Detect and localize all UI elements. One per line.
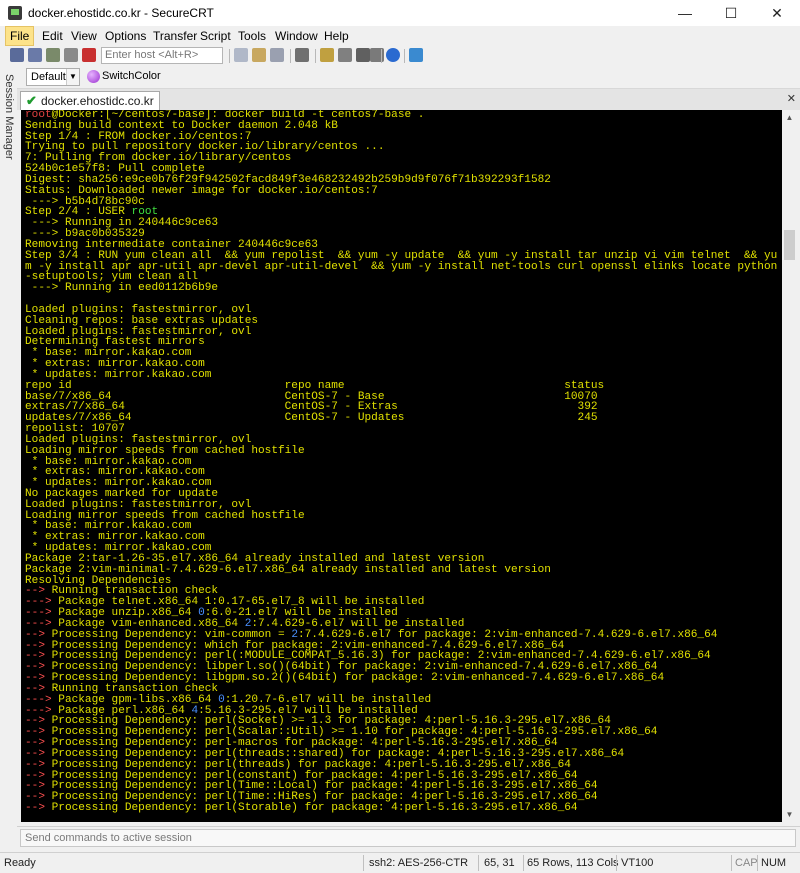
enter-host-input[interactable]: Enter host <Alt+R> (101, 47, 223, 64)
menu-edit[interactable]: Edit (38, 27, 67, 45)
button-bar-select[interactable]: Default ▼ (26, 68, 80, 86)
menu-options[interactable]: Options (101, 27, 150, 45)
terminal-screen[interactable]: root@Docker:[~/centos7-base]: docker bui… (21, 110, 782, 822)
menu-tools[interactable]: Tools (234, 27, 270, 45)
command-window: Send commands to active session (17, 826, 800, 849)
status-caps-lock: CAP (735, 857, 758, 869)
close-tab-icon[interactable]: ✕ (787, 92, 796, 105)
switch-color-button[interactable]: SwitchColor (102, 70, 161, 82)
status-ready: Ready (4, 857, 36, 869)
status-separator (731, 855, 732, 871)
button-bar-selected-value: Default (31, 71, 66, 83)
connect-in-tab-icon[interactable] (46, 48, 60, 62)
toolbar-separator (290, 49, 291, 63)
status-separator (757, 855, 758, 871)
connect-icon[interactable] (10, 48, 24, 62)
terminal-text-segment: Processing Dependency: perl(Storable) fo… (44, 802, 578, 814)
session-options-icon[interactable] (320, 48, 334, 62)
connected-check-icon: ✔ (26, 93, 37, 108)
terminal-line: updates/7/x86_64 CentOS-7 - Updates 245 (25, 412, 598, 425)
scroll-down-icon[interactable]: ▼ (782, 807, 797, 822)
status-cipher: ssh2: AES-256-CTR (369, 857, 469, 869)
session-manager-panel[interactable]: Session Manager (0, 70, 17, 855)
session-manager-label[interactable]: Session Manager (2, 74, 15, 174)
title-bar: docker.ehostidc.co.kr - SecureCRT — ☐ ✕ (0, 0, 800, 26)
scrollbar-thumb[interactable] (784, 230, 795, 260)
menu-script[interactable]: Script (196, 27, 235, 45)
menu-help[interactable]: Help (320, 27, 353, 45)
status-separator (478, 855, 479, 871)
print-icon[interactable] (295, 48, 309, 62)
terminal-line: Package 2:vim-minimal-7.4.629-6.el7.x86_… (25, 563, 551, 576)
help-icon[interactable] (386, 48, 400, 62)
status-separator (616, 855, 617, 871)
paste-icon[interactable] (252, 48, 266, 62)
vertical-scrollbar[interactable]: ▲ ▼ (782, 110, 797, 822)
copy-icon[interactable] (234, 48, 248, 62)
toolbar: Enter host <Alt+R> (0, 46, 800, 66)
screen-icon[interactable] (409, 48, 423, 62)
toolbar-separator (229, 49, 230, 63)
scroll-up-icon[interactable]: ▲ (782, 110, 797, 125)
terminal-output: root@Docker:[~/centos7-base]: docker bui… (25, 110, 777, 814)
session-tab-label: docker.ehostidc.co.kr (41, 94, 154, 108)
terminal-text-segment: --> (25, 802, 45, 814)
toolbar-separator (404, 49, 405, 63)
status-bar: Ready ssh2: AES-256-CTR 65, 31 65 Rows, … (0, 852, 800, 873)
switch-color-icon[interactable] (87, 70, 100, 83)
tab-strip: ✔ docker.ehostidc.co.kr ✕ (17, 89, 800, 110)
menu-transfer[interactable]: Transfer (149, 27, 201, 45)
toolbar-separator (315, 49, 316, 63)
menu-view[interactable]: View (67, 27, 101, 45)
send-commands-input[interactable]: Send commands to active session (20, 829, 796, 847)
menu-bar: File Edit View Options Transfer Script T… (0, 26, 800, 46)
terminal-line: --> Processing Dependency: perl(Storable… (25, 802, 777, 814)
terminal-line: Loading mirror speeds from cached hostfi… (25, 444, 305, 457)
securecrt-app-icon (8, 6, 22, 20)
button-bar: Default ▼ SwitchColor (0, 66, 800, 89)
terminal-line: Status: Downloaded newer image for docke… (25, 184, 378, 197)
chevron-down-icon[interactable]: ▼ (66, 69, 79, 85)
find-icon[interactable] (270, 48, 284, 62)
status-separator (523, 855, 524, 871)
window-title: docker.ehostidc.co.kr - SecureCRT (28, 6, 214, 20)
disconnect-icon[interactable] (82, 48, 96, 62)
reconnect-icon[interactable] (64, 48, 78, 62)
terminal-line: Step 3/4 : RUN yum clean all && yum repo… (25, 249, 778, 262)
status-terminal-size: 65 Rows, 113 Cols (527, 857, 619, 869)
terminal-line: ---> Running in eed0112b6b9e (25, 282, 219, 295)
keymap-icon[interactable] (356, 48, 370, 62)
status-num-lock: NUM (761, 857, 787, 869)
status-separator (363, 855, 364, 871)
status-cursor-position: 65, 31 (484, 857, 515, 869)
close-window-button[interactable]: ✕ (754, 0, 800, 26)
maximize-button[interactable]: ☐ (708, 0, 754, 26)
global-options-icon[interactable] (338, 48, 352, 62)
status-emulation: VT100 (621, 857, 654, 869)
minimize-button[interactable]: — (662, 0, 708, 26)
terminal-line: repo id repo name status (25, 379, 605, 392)
terminal-line: Cleaning repos: base extras updates (25, 314, 259, 327)
menu-window[interactable]: Window (271, 27, 322, 45)
toolbar-separator (381, 49, 382, 63)
quick-connect-icon[interactable] (28, 48, 42, 62)
session-tab[interactable]: ✔ docker.ehostidc.co.kr (20, 91, 160, 110)
menu-file[interactable]: File (5, 26, 35, 46)
